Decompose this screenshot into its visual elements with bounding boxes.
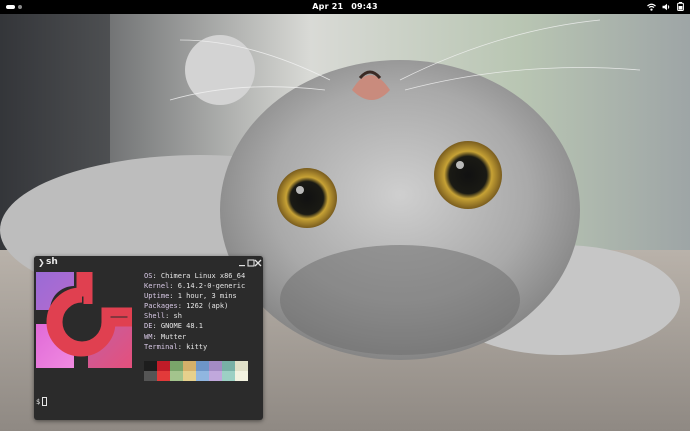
palette-swatch xyxy=(144,361,157,371)
top-bar: Apr 21 09:43 xyxy=(0,0,690,14)
clock-time: 09:43 xyxy=(351,2,378,11)
info-value: Mutter xyxy=(160,332,187,341)
minimize-icon[interactable] xyxy=(238,259,246,267)
info-value: 6.14.2-0-generic xyxy=(177,282,246,291)
palette-swatch xyxy=(170,371,183,381)
system-tray[interactable] xyxy=(647,2,684,11)
info-value: GNOME 48.1 xyxy=(160,322,204,331)
palette-swatch xyxy=(196,371,209,381)
palette-swatch xyxy=(183,371,196,381)
info-value: 1 hour, 3 mins xyxy=(177,292,237,301)
palette-swatch xyxy=(222,371,235,381)
palette-swatch xyxy=(144,371,157,381)
terminal-titlebar[interactable]: ❯ sh xyxy=(34,256,263,270)
info-key: Packages xyxy=(144,302,178,311)
close-icon[interactable] xyxy=(254,259,262,267)
info-value: sh xyxy=(173,312,182,321)
info-key: OS xyxy=(144,272,153,280)
clock-date: Apr 21 xyxy=(312,2,344,11)
palette-swatch xyxy=(235,371,248,381)
palette-swatch xyxy=(209,371,222,381)
info-key: WM xyxy=(144,332,153,341)
clock-button[interactable]: Apr 21 09:43 xyxy=(0,2,690,11)
palette-swatch xyxy=(183,361,196,371)
info-value: kitty xyxy=(186,342,208,351)
palette-swatch xyxy=(222,361,235,371)
prompt-chevron-icon: ❯ xyxy=(38,258,45,267)
palette-swatch xyxy=(170,361,183,371)
color-palette xyxy=(144,361,248,381)
palette-swatch xyxy=(157,361,170,371)
shell-prompt: $ xyxy=(36,398,41,406)
battery-icon xyxy=(677,2,684,11)
window-title: sh xyxy=(46,257,58,267)
info-key: Kernel xyxy=(144,282,170,291)
info-key: DE xyxy=(144,322,153,331)
info-value: 1262 (apk) xyxy=(186,302,229,311)
palette-swatch xyxy=(209,361,222,371)
palette-swatch xyxy=(235,361,248,371)
info-key: Terminal xyxy=(144,342,178,351)
info-key: Shell xyxy=(144,312,166,321)
info-key: Uptime xyxy=(144,292,170,301)
chimera-logo xyxy=(36,272,132,368)
terminal-window[interactable]: ❯ sh OS: Chimera Linux x86_64 Kernel: 6.… xyxy=(34,256,263,420)
text-cursor xyxy=(42,397,48,406)
wifi-icon xyxy=(647,3,656,11)
system-info: OS: Chimera Linux x86_64 Kernel: 6.14.2-… xyxy=(144,272,246,351)
palette-swatch xyxy=(196,361,209,371)
shell-prompt-line[interactable]: $ xyxy=(36,397,48,406)
info-value: Chimera Linux x86_64 xyxy=(160,272,246,280)
palette-swatch xyxy=(157,371,170,381)
speaker-icon xyxy=(662,3,671,11)
